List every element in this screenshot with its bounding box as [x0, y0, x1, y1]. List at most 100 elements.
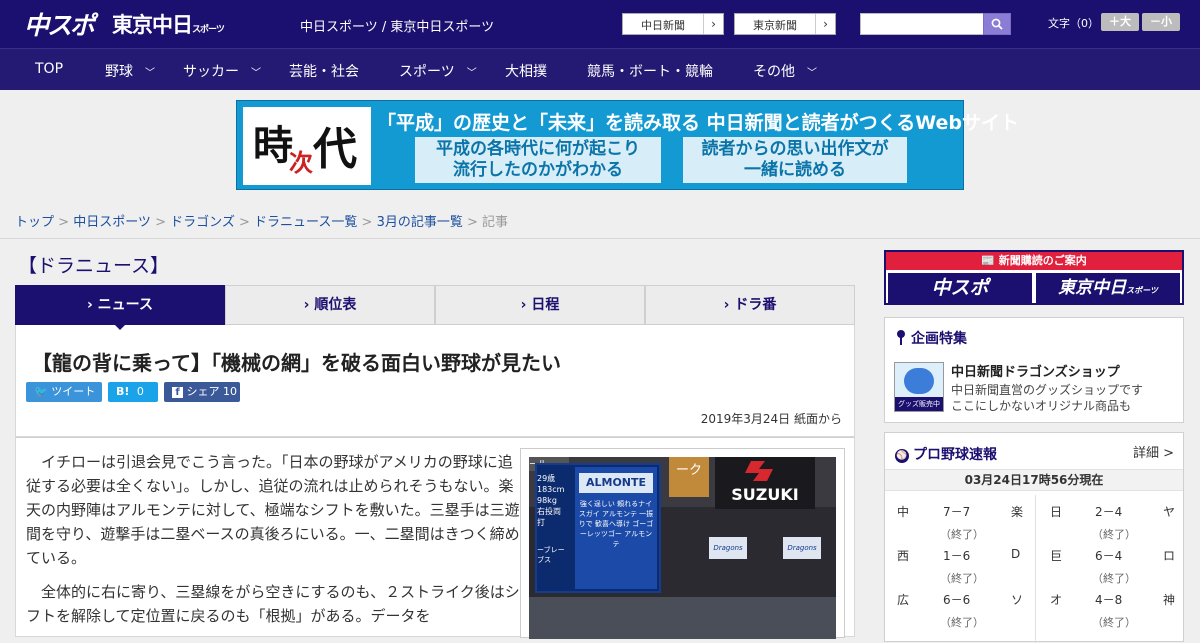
facebook-share-button[interactable]: f シェア 10	[164, 382, 240, 402]
chunichi-shimbun-button[interactable]: 中日新聞 ›	[622, 13, 724, 35]
breadcrumb-dora-news-list[interactable]: ドラニュース一覧	[254, 215, 357, 230]
header-bar: 中スポ 東京中日スポーツ 中日スポーツ / 東京中日スポーツ 中日新聞 › 東京…	[0, 0, 1200, 48]
tokyo-shimbun-button[interactable]: 東京新聞 ›	[734, 13, 836, 35]
team-away: 楽	[1011, 505, 1024, 519]
nav-item-sports[interactable]: スポーツ ﹀	[399, 61, 477, 81]
shop-badge: グッズ販売中	[895, 397, 943, 411]
nav-item-soccer[interactable]: サッカー ﹀	[183, 61, 261, 81]
chevron-right-icon: ›	[87, 297, 98, 313]
article-paragraph: イチローは引退会見でこう言った。「日本の野球がアメリカの野球に追従する必要は全く…	[26, 453, 520, 567]
team-home: 西	[897, 549, 910, 563]
section-title: 【ドラニュース】	[18, 255, 170, 277]
game-status-row: （終了） （終了）	[885, 566, 1185, 588]
stadium-stands	[529, 597, 836, 639]
dragons-banner: Dragons	[709, 537, 747, 559]
shop-desc-line: ここにしかないオリジナル商品も	[951, 399, 1132, 413]
search-icon	[991, 18, 1003, 30]
team-home: オ	[1050, 593, 1063, 607]
chevron-down-icon: ﹀	[466, 68, 477, 79]
game-score: 7－7	[943, 505, 971, 519]
game-status-row: （終了） （終了）	[885, 610, 1185, 632]
game-row[interactable]: 中 7－7 楽 日 2－4 ヤ	[885, 500, 1185, 522]
tab-label: ドラ番	[734, 297, 777, 313]
tab-schedule[interactable]: › 日程	[435, 285, 645, 325]
article-body: イチローは引退会見でこう言った。「日本の野球がアメリカの野球に追従する必要は全く…	[15, 437, 855, 639]
breadcrumb-chunichi-sports[interactable]: 中日スポーツ	[73, 215, 151, 230]
mascot-icon	[904, 368, 934, 394]
scores-timestamp: 03月24日17時56分現在	[885, 469, 1183, 491]
tab-label: 日程	[531, 297, 560, 313]
team-home: 中	[897, 505, 910, 519]
tokyo-chunichi-logo[interactable]: 東京中日スポーツ	[112, 9, 225, 39]
dragons-banner: Dragons	[783, 537, 821, 559]
article-photo[interactable]: ーク ール SUZUKI 29歳 183cm 98kg 右投両打 ーブレーブス …	[520, 448, 845, 639]
chevron-right-icon: ›	[723, 297, 735, 313]
scoreboard-screen: 29歳 183cm 98kg 右投両打 ーブレーブス ALMONTE 強く逞しい…	[535, 463, 661, 593]
nav-label: スポーツ	[399, 64, 455, 80]
breadcrumb-dragons[interactable]: ドラゴンズ	[170, 215, 235, 230]
banner-headline: 「平成」の歴史と「未来」を読み取る 中日新聞と読者がつくるWebサイト	[377, 112, 1020, 134]
article-date: 2019年3月24日 紙面から	[700, 412, 842, 426]
font-smaller-button[interactable]: －小	[1142, 13, 1180, 31]
nav-label: その他	[753, 64, 795, 80]
subscribe-tokyo-chunichi-logo: 東京中日スポーツ	[1036, 273, 1180, 303]
search-input[interactable]	[860, 13, 984, 35]
chevron-down-icon: ﹀	[807, 68, 817, 79]
player-name: ALMONTE	[579, 473, 653, 493]
subscription-banner[interactable]: 📰 新聞購読のご案内 中スポ 東京中日スポーツ	[884, 250, 1184, 305]
game-row[interactable]: 西 1－6 D 巨 6－4 ロ	[885, 544, 1185, 566]
scoreboard-stats: 29歳 183cm 98kg 右投両打	[537, 473, 565, 528]
breadcrumb-march-articles[interactable]: 3月の記事一覧	[377, 215, 463, 230]
team-home: 巨	[1050, 549, 1063, 563]
chevron-right-icon: ›	[703, 14, 723, 34]
active-tab-caret	[113, 323, 127, 330]
game-status: （終了）	[940, 616, 984, 629]
nav-item-other[interactable]: その他 ﹀	[753, 61, 817, 81]
chunichi-sports-logo[interactable]: 中スポ	[24, 6, 95, 42]
search-button[interactable]	[983, 13, 1011, 35]
sponsor-name: SUZUKI	[731, 485, 799, 504]
stadium-image: ーク ール SUZUKI 29歳 183cm 98kg 右投両打 ーブレーブス …	[529, 457, 836, 639]
banner-box-line: 平成の各時代に何が起こり	[436, 139, 640, 159]
game-score: 6－6	[943, 593, 971, 607]
game-status: （終了）	[940, 572, 984, 585]
nav-label: サッカー	[183, 64, 239, 80]
shop-desc-line: 中日新聞直営のグッズショップです	[951, 383, 1144, 397]
nav-item-entertainment[interactable]: 芸能・社会	[289, 61, 359, 81]
section-tabs: › ニュース › 順位表 › 日程 › ドラ番	[15, 285, 855, 325]
tokyo-chunichi-logo-text: 東京中日	[112, 13, 193, 37]
tweet-button[interactable]: 🐦 ツイート	[26, 382, 102, 402]
font-larger-button[interactable]: ＋大	[1101, 13, 1139, 31]
scores-detail-link[interactable]: 詳細 >	[1133, 442, 1174, 461]
font-size-label: 文字（0）	[1048, 17, 1099, 30]
game-score: 6－4	[1095, 549, 1123, 563]
tab-news[interactable]: › ニュース	[15, 285, 225, 325]
banner-logo-char: 代	[313, 124, 357, 175]
site-title: 中日スポーツ / 東京中日スポーツ	[300, 20, 495, 35]
subscription-title: 📰 新聞購読のご案内	[886, 252, 1182, 270]
subscribe-tokyo-chunichi-text: 東京中日	[1058, 278, 1127, 298]
special-features-title-text: 企画特集	[911, 331, 967, 347]
chevron-right-icon: ›	[520, 297, 532, 313]
stat-line: 29歳	[537, 474, 556, 483]
breadcrumb: トップ > 中日スポーツ > ドラゴンズ > ドラニュース一覧 > 3月の記事一…	[15, 215, 509, 230]
nav-label: 競馬・ボート・競輪	[587, 64, 713, 80]
game-status: （終了）	[1092, 572, 1136, 585]
hatena-button[interactable]: B! 0	[108, 382, 158, 402]
tab-standings[interactable]: › 順位表	[225, 285, 435, 325]
nav-item-baseball[interactable]: 野球 ﹀	[105, 61, 155, 81]
team-away: ソ	[1011, 593, 1024, 607]
nav-item-racing[interactable]: 競馬・ボート・競輪	[587, 61, 713, 81]
dragons-shop-thumbnail[interactable]: グッズ販売中	[894, 362, 944, 412]
subscription-title-text: 新聞購読のご案内	[998, 254, 1087, 267]
nav-item-sumo[interactable]: 大相撲	[505, 61, 547, 81]
tokyo-chunichi-logo-small: スポーツ	[192, 25, 225, 35]
game-row[interactable]: 広 6－6 ソ オ 4－8 神	[885, 588, 1185, 610]
team-away: ロ	[1163, 549, 1176, 563]
tab-dora-ban[interactable]: › ドラ番	[645, 285, 855, 325]
heisei-banner-ad[interactable]: 時 次 代 「平成」の歴史と「未来」を読み取る 中日新聞と読者がつくるWebサイ…	[236, 100, 1019, 190]
breadcrumb-top[interactable]: トップ	[15, 215, 54, 230]
shop-link[interactable]: 中日新聞ドラゴンズショップ	[951, 361, 1120, 380]
nav-item-top[interactable]: TOP	[35, 61, 63, 77]
subscribe-tokyo-chunichi-small: スポーツ	[1126, 286, 1158, 295]
